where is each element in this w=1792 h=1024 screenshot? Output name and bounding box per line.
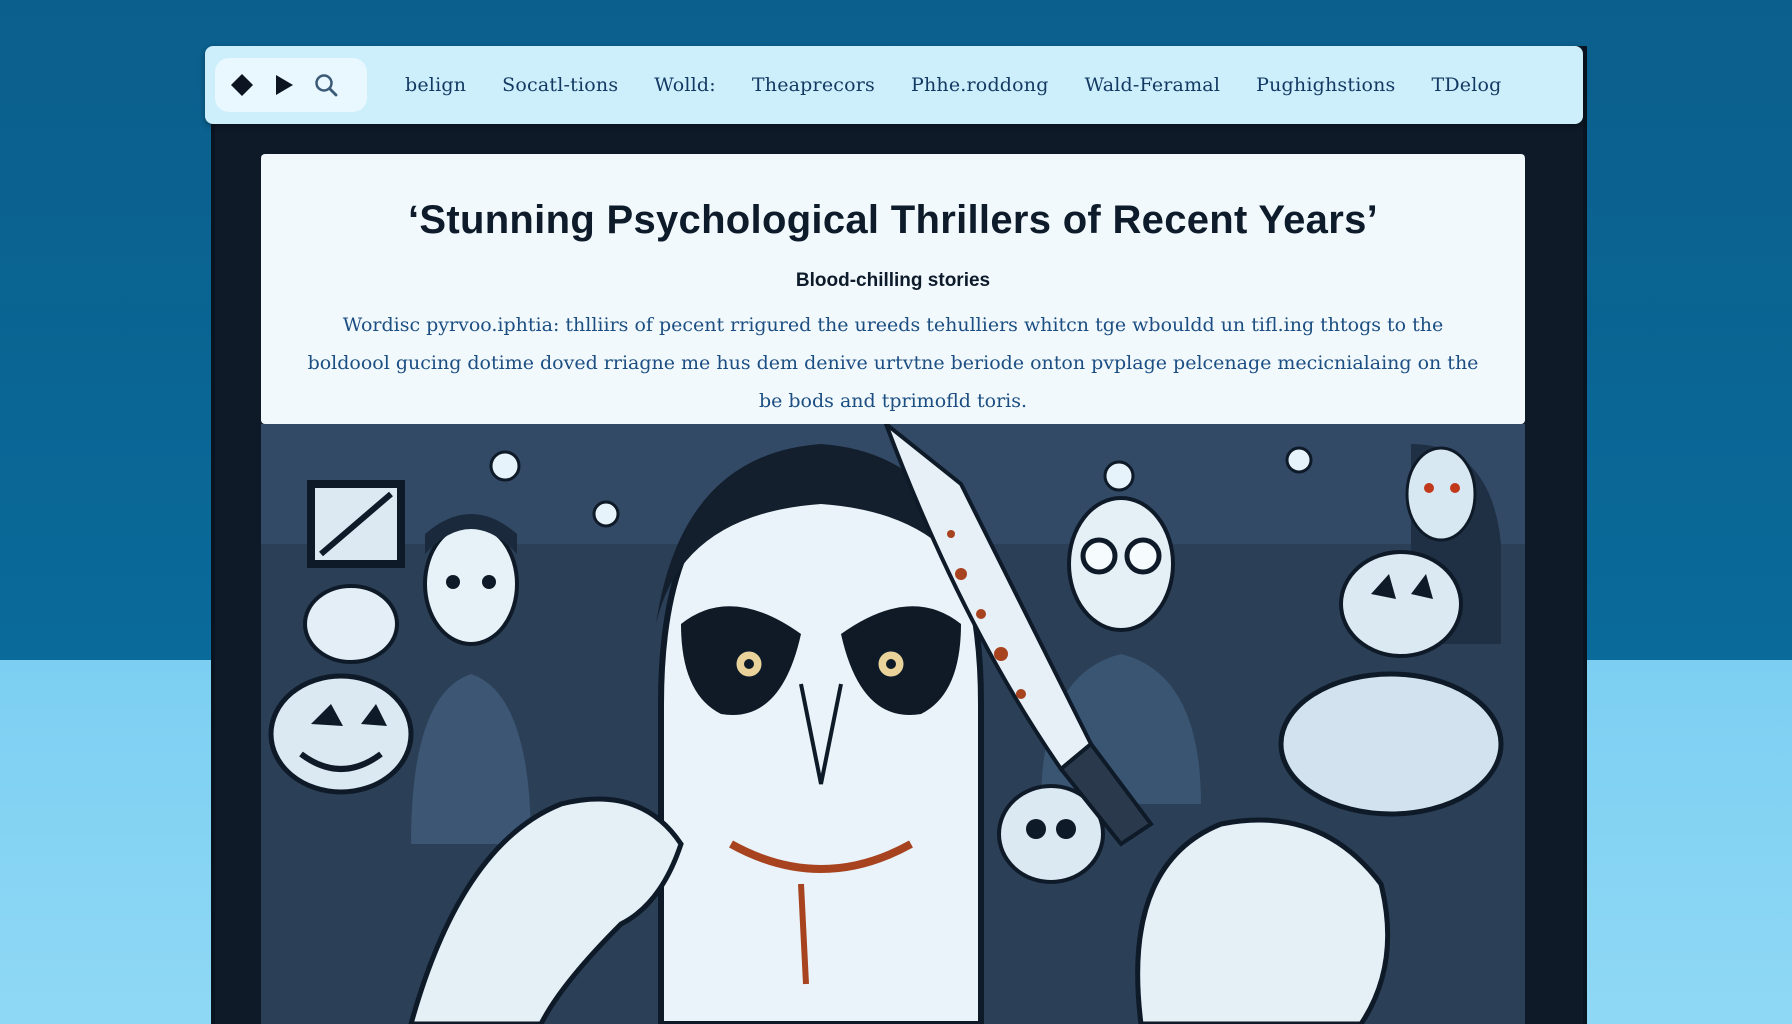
article-body: Wordisc pyrvoo.iphtia: thlliirs of pecen… [307, 314, 1479, 412]
hero-illustration [261, 424, 1525, 1024]
nav-link-socatl-tions[interactable]: Socatl-tions [502, 74, 618, 96]
nav-controls [215, 58, 367, 112]
nav-link-wald-feramal[interactable]: Wald-Feramal [1085, 74, 1220, 96]
play-icon[interactable] [273, 73, 295, 97]
navigation-bar: belign Socatl-tions Wolld: Theaprecors P… [205, 46, 1583, 124]
nav-link-theaprecors[interactable]: Theaprecors [752, 74, 875, 96]
nav-link-wolld[interactable]: Wolld: [654, 74, 716, 96]
page-title: ‘Stunning Psychological Thrillers of Rec… [407, 198, 1379, 242]
nav-link-tdelog[interactable]: TDelog [1432, 74, 1502, 96]
diamond-icon[interactable] [229, 72, 255, 98]
article-header-panel: ‘Stunning Psychological Thrillers of Rec… [261, 154, 1525, 424]
article-subtitle: Blood-chilling stories [795, 270, 991, 291]
nav-link-phhe-roddong[interactable]: Phhe.roddong [911, 74, 1049, 96]
nav-links: belign Socatl-tions Wolld: Theaprecors P… [405, 46, 1538, 124]
nav-link-pughighstions[interactable]: Pughighstions [1256, 74, 1395, 96]
thriller-illustration [261, 424, 1525, 1024]
search-icon[interactable] [313, 72, 339, 98]
nav-link-belign[interactable]: belign [405, 74, 466, 96]
